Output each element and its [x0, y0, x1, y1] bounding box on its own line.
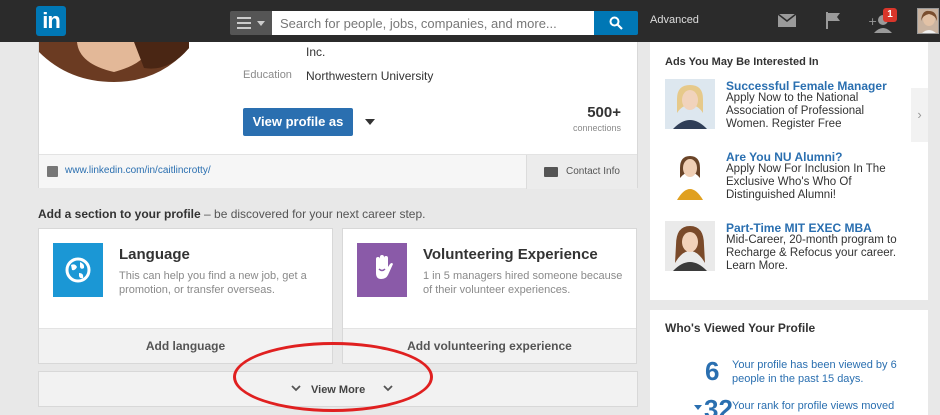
- ad-image: [665, 221, 715, 271]
- profile-summary-card: Inc. Education Northwestern University V…: [38, 42, 638, 189]
- contact-info-button[interactable]: Contact Info: [526, 155, 637, 189]
- caret-down-icon: [257, 21, 265, 26]
- ad-text: Mid-Career, 20-month program to Recharge…: [726, 234, 897, 272]
- right-sidebar: Ads You May Be Interested In Successful …: [650, 42, 928, 415]
- profile-views-text[interactable]: Your profile has been viewed by 6 people…: [732, 358, 922, 386]
- public-profile-url[interactable]: www.linkedin.com/in/caitlincrotty/: [65, 165, 211, 176]
- ad-item[interactable]: Are You NU Alumni? Apply Now For Inclusi…: [665, 150, 925, 210]
- ad-title[interactable]: Are You NU Alumni?: [726, 150, 842, 164]
- ad-title[interactable]: Successful Female Manager: [726, 79, 887, 93]
- linkedin-logo[interactable]: in: [36, 6, 66, 36]
- svg-text:+: +: [868, 15, 877, 28]
- advanced-search-link[interactable]: Advanced: [650, 14, 699, 26]
- globe-icon: [53, 243, 103, 297]
- ad-item[interactable]: Part-Time MIT EXEC MBA Mid-Career, 20-mo…: [665, 221, 925, 281]
- volunteering-title: Volunteering Experience: [423, 246, 598, 263]
- red-annotation-circle: [233, 342, 433, 412]
- connections-label: connections: [572, 123, 621, 133]
- chevron-right-icon[interactable]: ›: [911, 88, 928, 142]
- ad-image: [665, 79, 715, 129]
- sidebar-divider: [650, 300, 928, 310]
- search-icon: [609, 16, 623, 30]
- profile-views-count[interactable]: 6: [705, 356, 719, 387]
- rank-down-arrow-icon: [694, 405, 702, 410]
- language-section-card: Language This can help you find a new jo…: [38, 228, 333, 364]
- profile-footer: www.linkedin.com/in/caitlincrotty/ Conta…: [39, 154, 637, 189]
- ad-text: Apply Now For Inclusion In The Exclusive…: [726, 163, 886, 201]
- contact-info-label: Contact Info: [566, 166, 620, 177]
- add-section-heading-rest: – be discovered for your next career ste…: [200, 207, 426, 221]
- connections-count: 500+: [587, 104, 621, 121]
- account-avatar[interactable]: [917, 8, 939, 34]
- profile-rank-text[interactable]: Your rank for profile views moved: [732, 399, 922, 413]
- contact-card-icon: [544, 167, 558, 177]
- add-section-heading-bold: Add a section to your profile: [38, 207, 201, 221]
- raised-hand-icon: [357, 243, 407, 297]
- search-input[interactable]: [272, 11, 594, 35]
- add-section-heading: Add a section to your profile – be disco…: [38, 207, 425, 221]
- view-profile-as-button[interactable]: View profile as: [243, 108, 353, 136]
- search-button[interactable]: [594, 11, 638, 35]
- top-nav-bar: in Advanced + 1: [0, 0, 940, 42]
- profile-rank-number[interactable]: 32: [704, 394, 733, 415]
- ad-item[interactable]: Successful Female Manager Apply Now to t…: [665, 79, 925, 139]
- flag-icon[interactable]: [826, 12, 840, 29]
- volunteering-description: 1 in 5 managers hired someone because of…: [423, 270, 623, 296]
- notification-badge: 1: [883, 8, 897, 22]
- ad-text: Apply Now to the National Association of…: [726, 92, 865, 130]
- view-profile-dropdown-icon[interactable]: [365, 119, 375, 125]
- messages-icon[interactable]: [778, 14, 796, 27]
- profile-photo[interactable]: [39, 42, 189, 82]
- menu-icon: [237, 17, 251, 29]
- ad-image: [665, 150, 715, 200]
- language-description: This can help you find a new job, get a …: [119, 270, 307, 296]
- ad-title[interactable]: Part-Time MIT EXEC MBA: [726, 221, 872, 235]
- linkedin-small-icon: [47, 166, 58, 177]
- company-line: Inc.: [306, 45, 326, 59]
- language-title: Language: [119, 246, 190, 263]
- menu-dropdown-button[interactable]: [230, 11, 272, 35]
- education-value[interactable]: Northwestern University: [306, 69, 433, 83]
- volunteering-section-card: Volunteering Experience 1 in 5 managers …: [342, 228, 637, 364]
- who-viewed-heading: Who's Viewed Your Profile: [665, 321, 816, 335]
- education-label: Education: [243, 69, 292, 81]
- ads-heading: Ads You May Be Interested In: [665, 56, 819, 68]
